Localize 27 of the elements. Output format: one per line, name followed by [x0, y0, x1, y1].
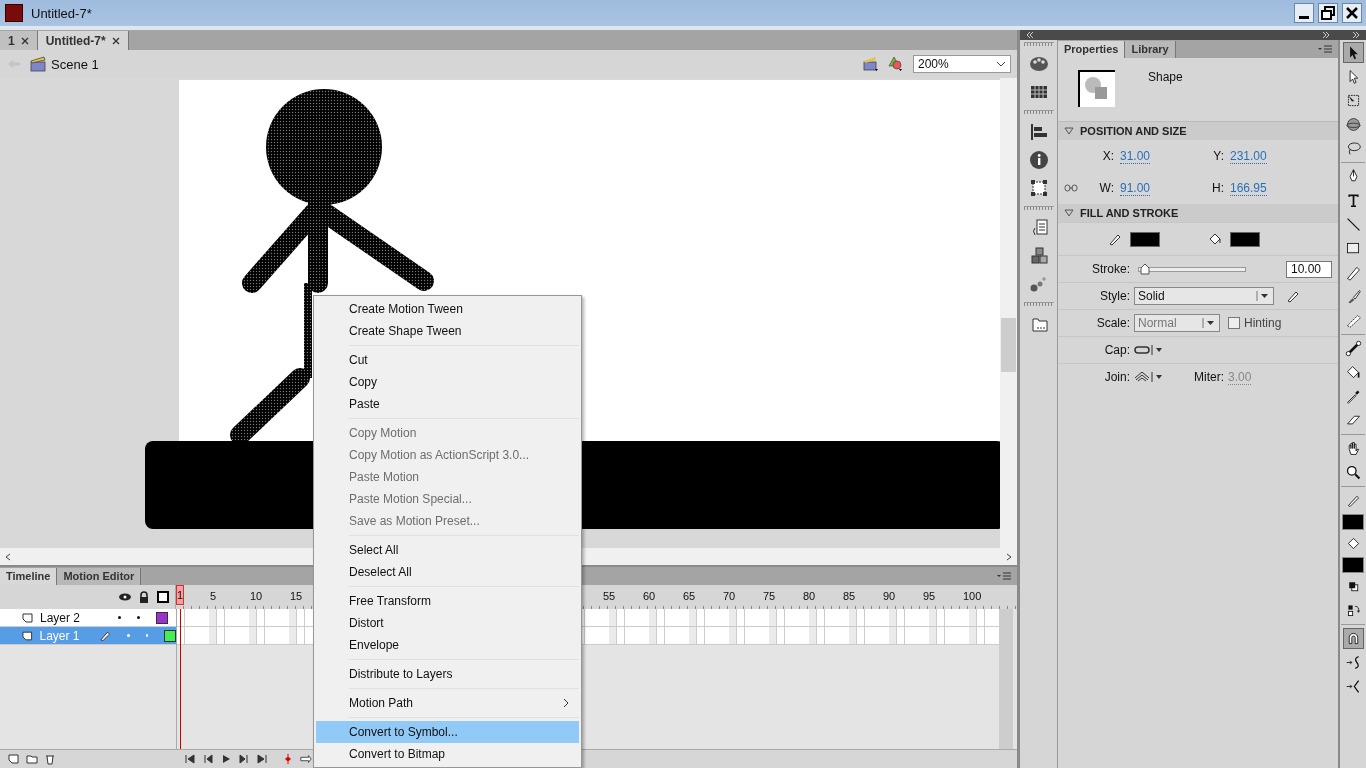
join-label: Join: — [1103, 370, 1130, 384]
frame-number: 1 — [176, 585, 184, 605]
style-label: Style: — [1099, 289, 1130, 303]
frame-number: 10 — [249, 589, 264, 604]
field-label: W: — [1098, 181, 1115, 195]
frame-number: 90 — [882, 589, 897, 604]
frame-number: 5 — [209, 589, 218, 604]
window-title: Untitled-7* — [31, 5, 92, 21]
frame-number: 80 — [802, 589, 817, 604]
miter-label: Miter: — [1194, 370, 1224, 384]
frame-number: 75 — [762, 589, 777, 604]
field-label: H: — [1211, 181, 1225, 195]
scale-label: Scale: — [1095, 316, 1130, 330]
field-label: Y: — [1212, 149, 1225, 163]
frame-number: 70 — [722, 589, 737, 604]
frame-number: 55 — [602, 589, 617, 604]
frame-number: 85 — [842, 589, 857, 604]
frame-number: 95 — [922, 589, 937, 604]
stroke-label: Stroke: — [1091, 262, 1130, 276]
frame-number: 60 — [642, 589, 657, 604]
frame-number: 100 — [962, 589, 983, 604]
scene-label: Scene 1 — [51, 56, 99, 72]
frame-number: 15 — [289, 589, 304, 604]
field-label: X: — [1101, 149, 1115, 163]
cap-label: Cap: — [1103, 343, 1130, 357]
object-type-label: Shape — [1148, 70, 1183, 84]
frame-number: 65 — [682, 589, 697, 604]
